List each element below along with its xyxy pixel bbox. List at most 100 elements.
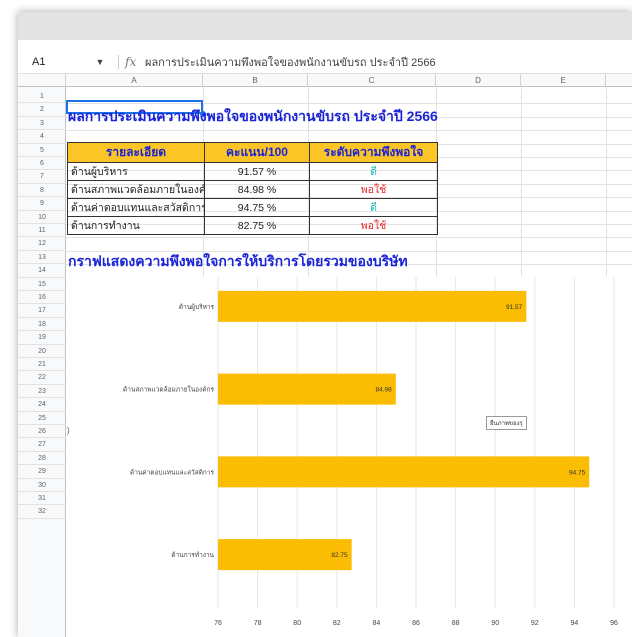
column-header-c[interactable]: C (308, 74, 436, 87)
formula-bar: A1 ▼ fx ผลการประเมินความพึงพอใจของพนักงา… (18, 50, 632, 74)
category-label: ด้านสภาพแวดล้อมภายในองค์กร (123, 386, 214, 394)
row-header[interactable]: 30 (18, 479, 66, 492)
bar-value-label: 91.57 (506, 304, 523, 311)
bar-chart[interactable]: 76 78 80 82 84 86 88 90 92 94 96 91.57 ด้านผู้บริหาร… (66, 277, 632, 637)
row-header[interactable]: 14 (18, 264, 66, 278)
name-box-dropdown-icon[interactable]: ▼ (88, 57, 112, 67)
x-tick-label: 78 (254, 620, 262, 627)
corner-select-all[interactable] (18, 74, 66, 87)
x-tick-label: 88 (452, 620, 460, 627)
row-headers: 1 2 3 4 5 6 7 8 9 10 11 12 13 14 15 16 17 18 19 20 21 22 23 24 2… (18, 87, 66, 637)
cell-level[interactable]: พอใช้ (309, 180, 438, 199)
chart-canvas: 76 78 80 82 84 86 88 90 92 94 96 91.57 ด้านผู้บริหาร… (123, 277, 618, 627)
score-table: รายละเอียด คะแนน/100 ระดับความพึงพอใจ ด้… (67, 142, 438, 235)
row-header[interactable]: 20 (18, 345, 66, 358)
row-header[interactable]: 17 (18, 304, 66, 318)
cell-score[interactable]: 82.75 % (204, 216, 310, 235)
formula-input[interactable]: ผลการประเมินความพึงพอใจของพนักงานขับรถ ป… (145, 53, 436, 71)
table-header-level[interactable]: ระดับความพึงพอใจ (309, 142, 438, 163)
row-header[interactable]: 10 (18, 211, 66, 224)
row-header[interactable]: 32 (18, 505, 66, 519)
name-box[interactable]: A1 (18, 56, 88, 68)
category-label: ด้านค่าตอบแทนและสวัสดิการ (130, 468, 215, 476)
cell-detail[interactable]: ด้านผู้บริหาร (67, 162, 205, 181)
cell-score[interactable]: 94.75 % (204, 198, 310, 217)
cell-level[interactable]: ดี (309, 198, 438, 217)
column-header-b[interactable]: B (203, 74, 308, 87)
row-header[interactable]: 2 (18, 103, 66, 117)
column-header-f[interactable] (606, 74, 632, 87)
row-header[interactable]: 24 (18, 398, 66, 412)
cell-score[interactable]: 84.98 % (204, 180, 310, 199)
x-tick-label: 96 (610, 620, 618, 627)
row-header[interactable]: 16 (18, 291, 66, 305)
row-header[interactable]: 26 (18, 425, 66, 439)
row-header[interactable]: 15 (18, 278, 66, 291)
bar-value-label: 82.75 (331, 552, 348, 559)
row-header[interactable]: 11 (18, 224, 66, 238)
cell-score[interactable]: 91.57 % (204, 162, 310, 181)
column-header-e[interactable]: E (521, 74, 606, 87)
column-header-a[interactable]: A (66, 74, 203, 87)
row-gridline (66, 130, 632, 132)
row-header[interactable]: 22 (18, 371, 66, 385)
cell-level[interactable]: ดี (309, 162, 438, 181)
row-gridline (66, 237, 632, 239)
x-tick-label: 90 (491, 620, 499, 627)
x-tick-label: 86 (412, 620, 420, 627)
column-headers: A B C D E (18, 74, 632, 87)
row-header[interactable]: 12 (18, 237, 66, 251)
table-header-score[interactable]: คะแนน/100 (204, 142, 310, 163)
category-label: ด้านผู้บริหาร (179, 303, 215, 311)
row-header[interactable]: 21 (18, 358, 66, 372)
row-header[interactable]: 18 (18, 318, 66, 332)
row-header[interactable]: 25 (18, 412, 66, 425)
bar-value-label: 94.75 (569, 469, 586, 476)
table-header-detail[interactable]: รายละเอียด (67, 142, 205, 163)
x-tick-label: 80 (293, 620, 301, 627)
sheet-grid[interactable]: A B C D E 1 2 3 4 5 6 7 8 9 10 11 12 13 14 15 16 17 18 19 2… (18, 74, 632, 637)
table-row: ด้านผู้บริหาร 91.57 % ดี (67, 162, 438, 181)
row-header[interactable]: 9 (18, 197, 66, 211)
table-row: ด้านค่าตอบแทนและสวัสดิการ 94.75 % ดี (67, 198, 438, 217)
row-header[interactable]: 29 (18, 465, 66, 479)
toolbar-strip (18, 12, 632, 40)
chart-edge-marker: ) (67, 426, 70, 435)
cell-detail[interactable]: ด้านค่าตอบแทนและสวัสดิการ (67, 198, 205, 217)
row-header[interactable]: 23 (18, 385, 66, 399)
row-header[interactable]: 28 (18, 452, 66, 466)
row-header[interactable]: 6 (18, 157, 66, 171)
row-header[interactable]: 31 (18, 492, 66, 506)
bar-value-label: 84.98 (376, 387, 393, 394)
x-tick-label: 92 (531, 620, 539, 627)
row-header[interactable]: 1 (18, 90, 66, 104)
row-header[interactable]: 19 (18, 331, 66, 345)
x-tick-label: 76 (214, 620, 222, 627)
bar[interactable] (218, 290, 527, 322)
row-header[interactable]: 3 (18, 117, 66, 131)
x-tick-label: 84 (373, 620, 381, 627)
row-header[interactable]: 5 (18, 144, 66, 157)
row-header[interactable]: 4 (18, 130, 66, 144)
sheet-title: ผลการประเมินความพึงพอใจของพนักงานขับรถ ป… (68, 108, 438, 124)
formula-separator (118, 54, 119, 69)
category-label: ด้านการทำงาน (171, 551, 214, 559)
fx-icon: fx (125, 54, 137, 69)
table-row: ด้านสภาพแวดล้อมภายในองค์กร 84.98 % พอใช้ (67, 180, 438, 199)
cell-level[interactable]: พอใช้ (309, 216, 438, 235)
row-header[interactable]: 7 (18, 170, 66, 184)
chart-heading: กราฟแสดงความพึงพอใจการให้บริการโดยรวมของ… (68, 253, 408, 269)
cell-detail[interactable]: ด้านสภาพแวดล้อมภายในองค์กร (67, 180, 205, 199)
bar[interactable] (218, 456, 590, 488)
table-row: ด้านการทำงาน 82.75 % พอใช้ (67, 216, 438, 235)
row-header[interactable]: 27 (18, 438, 66, 452)
x-tick-label: 94 (571, 620, 579, 627)
cell-detail[interactable]: ด้านการทำงาน (67, 216, 205, 235)
spreadsheet-window: A1 ▼ fx ผลการประเมินความพึงพอใจของพนักงา… (18, 12, 632, 637)
x-tick-label: 82 (333, 620, 341, 627)
row-header[interactable]: 8 (18, 184, 66, 198)
column-header-d[interactable]: D (436, 74, 521, 87)
row-header[interactable]: 13 (18, 251, 66, 265)
bar[interactable] (218, 373, 396, 405)
chart-tooltip: ยืนภาพของรุ (486, 416, 527, 430)
